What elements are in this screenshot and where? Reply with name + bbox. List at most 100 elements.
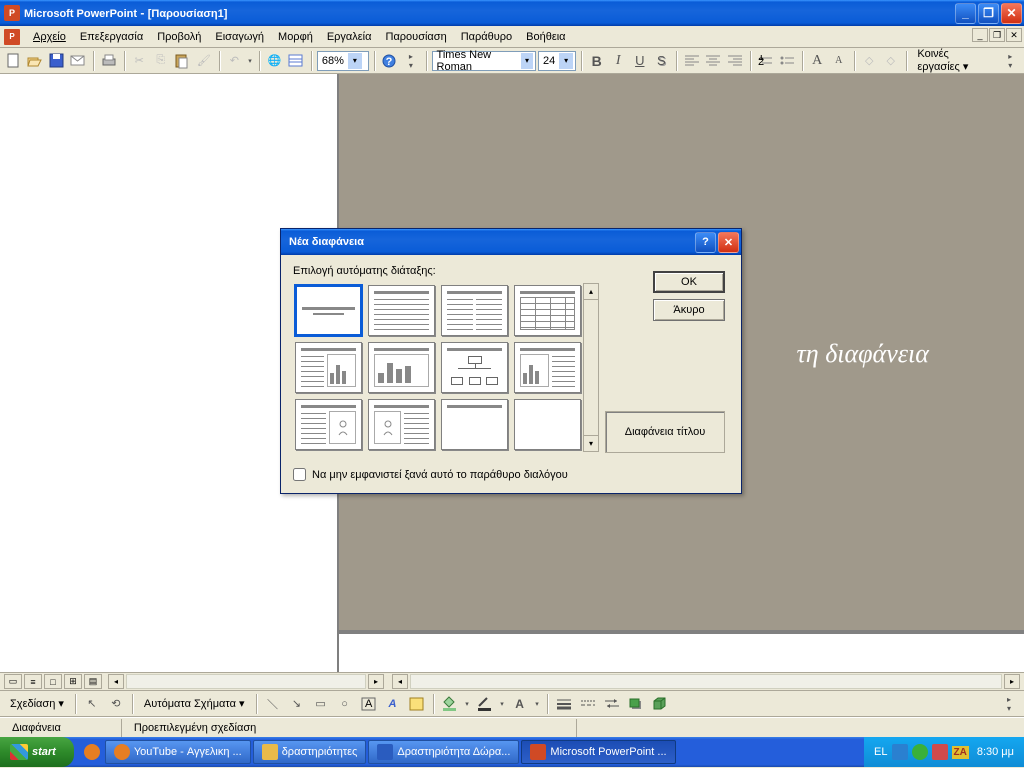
slideshow-view-button[interactable]: ▤ [84, 674, 102, 689]
tray-icon-3[interactable] [932, 744, 948, 760]
increase-font-button[interactable]: A [807, 50, 827, 72]
taskbar-item-word[interactable]: Δραστηριότητα Δώρα... [368, 740, 519, 764]
promote-button[interactable]: ◇ [859, 50, 879, 72]
scroll-down-button[interactable]: ▾ [584, 435, 598, 451]
menu-insert[interactable]: Εισαγωγή [208, 29, 271, 45]
print-button[interactable] [99, 50, 119, 72]
dash-style-button[interactable] [577, 693, 599, 715]
fontsize-combo[interactable]: 24▾ [538, 51, 576, 71]
hscroll-right[interactable]: ▸ [368, 674, 384, 689]
decrease-font-button[interactable]: A [829, 50, 849, 72]
layout-chart-text[interactable] [514, 342, 581, 393]
layout-title-only[interactable] [441, 399, 508, 450]
minimize-button[interactable]: _ [955, 3, 976, 24]
mdi-minimize[interactable]: _ [972, 28, 988, 42]
layout-title-slide[interactable] [295, 285, 362, 336]
fill-color-button[interactable] [439, 693, 461, 715]
autoshapes-menu[interactable]: Αυτόματα Σχήματα ▾ [138, 697, 251, 710]
hscroll2-right[interactable]: ▸ [1004, 674, 1020, 689]
menu-tools[interactable]: Εργαλεία [320, 29, 379, 45]
arrow-button[interactable]: ↘ [286, 693, 308, 715]
common-tasks-menu[interactable]: Κοινές εργασίες ▾ [911, 48, 998, 73]
taskbar-item-youtube[interactable]: YouTube - Αγγελικη ... [105, 740, 251, 764]
hyperlink-button[interactable]: 🌐 [265, 50, 285, 72]
menu-file[interactable]: Αρχείο [26, 29, 73, 45]
mdi-restore[interactable]: ❐ [989, 28, 1005, 42]
layout-two-column[interactable] [441, 285, 508, 336]
cut-button[interactable]: ✂ [129, 50, 149, 72]
tables-button[interactable] [286, 50, 306, 72]
layout-text-chart[interactable] [295, 342, 362, 393]
taskbar-item-powerpoint[interactable]: Microsoft PowerPoint ... [521, 740, 675, 764]
maximize-button[interactable]: ❐ [978, 3, 999, 24]
layout-text-clipart[interactable] [295, 399, 362, 450]
menu-slideshow[interactable]: Παρουσίαση [379, 29, 454, 45]
paste-button[interactable] [173, 50, 193, 72]
email-button[interactable] [69, 50, 89, 72]
layout-bulleted-list[interactable] [368, 285, 435, 336]
help-button[interactable]: ? [380, 50, 400, 72]
wordart-button[interactable]: A [382, 693, 404, 715]
zoom-combo[interactable]: 68%▾ [317, 51, 369, 71]
notes-pane[interactable] [339, 630, 1024, 672]
layout-table[interactable] [514, 285, 581, 336]
font-color-dropdown[interactable]: ▾ [533, 700, 542, 708]
3d-style-button[interactable] [649, 693, 671, 715]
close-button[interactable]: ✕ [1001, 3, 1022, 24]
mdi-close[interactable]: ✕ [1006, 28, 1022, 42]
tray-clock[interactable]: 8:30 μμ [977, 746, 1014, 758]
layout-orgchart[interactable] [441, 342, 508, 393]
hscroll2-track[interactable] [410, 674, 1002, 689]
demote-button[interactable]: ◇ [881, 50, 901, 72]
save-button[interactable] [47, 50, 67, 72]
align-left-button[interactable] [682, 50, 702, 72]
open-button[interactable] [26, 50, 46, 72]
textbox-button[interactable]: A [358, 693, 380, 715]
outline-view-button[interactable]: ≡ [24, 674, 42, 689]
align-right-button[interactable] [725, 50, 745, 72]
font-color-button[interactable]: A [509, 693, 531, 715]
sorter-view-button[interactable]: ⊞ [64, 674, 82, 689]
hscroll2-left[interactable]: ◂ [392, 674, 408, 689]
font-combo[interactable]: Times New Roman▾ [432, 51, 537, 71]
bold-button[interactable]: B [587, 50, 607, 72]
tray-ime[interactable]: ZA [952, 746, 969, 759]
dialog-titlebar[interactable]: Νέα διαφάνεια ? ✕ [281, 229, 741, 255]
hscroll-left[interactable]: ◂ [108, 674, 124, 689]
drawbar-options[interactable]: ▸▾ [998, 693, 1020, 715]
layout-chart[interactable] [368, 342, 435, 393]
fill-color-dropdown[interactable]: ▾ [463, 700, 472, 708]
drawing-menu[interactable]: Σχεδίαση ▾ [4, 697, 70, 710]
new-button[interactable] [4, 50, 24, 72]
oval-button[interactable]: ○ [334, 693, 356, 715]
numbering-button[interactable]: 12 [755, 50, 775, 72]
format-painter-button[interactable]: 🖌 [194, 50, 214, 72]
toolbar-options[interactable]: ▸▾ [401, 50, 421, 72]
rectangle-button[interactable]: ▭ [310, 693, 332, 715]
underline-button[interactable]: U [630, 50, 650, 72]
shadow-style-button[interactable] [625, 693, 647, 715]
arrow-style-button[interactable] [601, 693, 623, 715]
italic-button[interactable]: I [608, 50, 628, 72]
clipart-button[interactable] [406, 693, 428, 715]
dialog-help-button[interactable]: ? [695, 232, 716, 253]
menu-view[interactable]: Προβολή [150, 29, 208, 45]
menu-edit[interactable]: Επεξεργασία [73, 29, 150, 45]
menu-help[interactable]: Βοήθεια [519, 29, 572, 45]
align-center-button[interactable] [704, 50, 724, 72]
ok-button[interactable]: OK [653, 271, 725, 293]
slide-view-button[interactable]: □ [44, 674, 62, 689]
taskbar-item-folder[interactable]: δραστηριότητες [253, 740, 367, 764]
undo-dropdown[interactable]: ▾ [246, 57, 254, 65]
undo-button[interactable]: ↶ [225, 50, 245, 72]
line-color-dropdown[interactable]: ▾ [498, 700, 507, 708]
menu-window[interactable]: Παράθυρο [454, 29, 519, 45]
quicklaunch-firefox-icon[interactable] [84, 744, 100, 760]
dialog-close-button[interactable]: ✕ [718, 232, 739, 253]
normal-view-button[interactable]: ▭ [4, 674, 22, 689]
line-button[interactable]: ＼ [262, 693, 284, 715]
scroll-up-button[interactable]: ▴ [584, 284, 598, 300]
layout-clipart-text[interactable] [368, 399, 435, 450]
tray-icon-1[interactable] [892, 744, 908, 760]
select-objects-button[interactable]: ↖ [81, 693, 103, 715]
